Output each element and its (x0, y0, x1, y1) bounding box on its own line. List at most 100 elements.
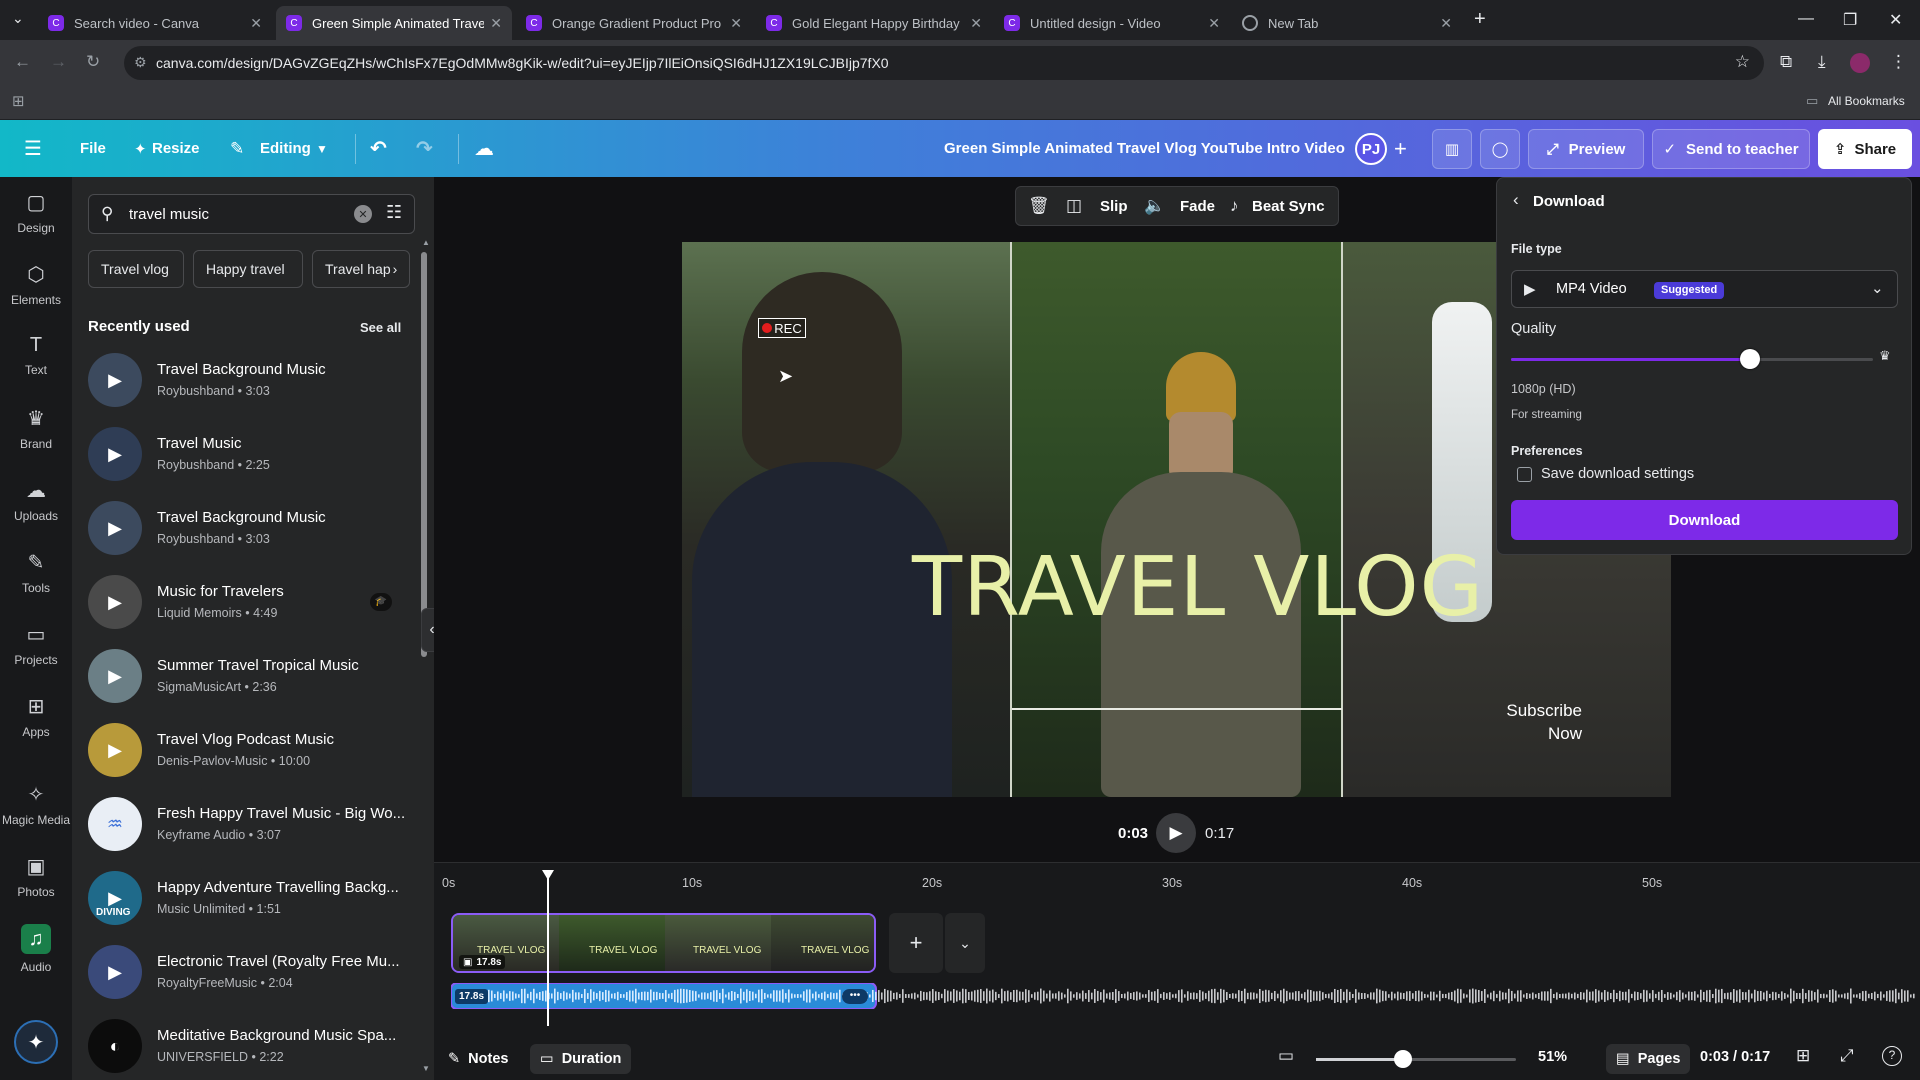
track-item[interactable]: ▶ Travel Music Roybushband • 2:25 (88, 423, 418, 485)
rec-badge[interactable]: REC (758, 318, 806, 338)
close-tab-icon[interactable]: ✕ (730, 15, 742, 32)
rail-magic-media[interactable]: ✧ Magic Media (0, 782, 72, 827)
browser-tab-4[interactable]: C Gold Elegant Happy Birthday Vi ✕ (756, 6, 992, 40)
track-item[interactable]: ♒ Fresh Happy Travel Music - Big Wo... Key… (88, 793, 418, 855)
fullscreen-icon[interactable]: ⤢ (1840, 1046, 1854, 1066)
main-menu-icon[interactable]: ☰ (24, 120, 42, 177)
all-bookmarks-link[interactable]: All Bookmarks (1828, 94, 1905, 108)
forward-icon[interactable]: → (50, 52, 67, 72)
track-item[interactable]: ▶ Music for Travelers Liquid Memoirs • 4:4… (88, 571, 418, 633)
design-title[interactable]: Green Simple Animated Travel Vlog YouTub… (944, 120, 1345, 177)
track-thumbnail[interactable]: ▶ (88, 427, 142, 481)
restore-window-icon[interactable]: ❐ (1843, 10, 1857, 30)
quality-slider-thumb[interactable] (1739, 349, 1760, 369)
rail-photos[interactable]: ▣ Photos (0, 854, 72, 899)
track-item[interactable]: ▶ Travel Vlog Podcast Music Denis-Pavlov-M… (88, 719, 418, 781)
page-options-chevron-icon[interactable]: ⌄ (945, 913, 985, 973)
track-thumbnail[interactable]: ♒ (88, 797, 142, 851)
grid-view-icon[interactable]: ⊞ (1796, 1046, 1810, 1066)
play-button[interactable]: ▶ (1156, 813, 1196, 853)
headline-text[interactable]: TRAVEL VLOG (912, 540, 1484, 635)
rail-elements[interactable]: ⬡ Elements (0, 262, 72, 307)
bookmark-star-icon[interactable]: ☆ (1735, 52, 1750, 72)
zoom-value[interactable]: 51% (1538, 1049, 1567, 1065)
playhead-line[interactable] (547, 878, 549, 1026)
fade-button[interactable]: Fade (1180, 198, 1215, 215)
rail-audio[interactable]: ♫ Audio (0, 924, 72, 974)
cloud-saved-icon[interactable]: ☁ (474, 120, 494, 177)
scroll-down-icon[interactable]: ▼ (422, 1064, 430, 1073)
apps-grid-icon[interactable]: ⊞ (12, 92, 25, 110)
chip-travel-happy[interactable]: Travel hap › (312, 250, 410, 288)
beat-sync-button[interactable]: Beat Sync (1252, 198, 1325, 215)
comment-icon[interactable]: ◯ (1480, 129, 1520, 169)
rail-design[interactable]: ▢ Design (0, 190, 72, 235)
quality-slider[interactable] (1511, 349, 1873, 369)
scrollbar-thumb[interactable] (421, 252, 427, 657)
rail-brand[interactable]: ♛ Brand (0, 406, 72, 451)
address-bar[interactable]: ⚙ canva.com/design/DAGvZGEqZHs/wChIsFx7E… (124, 46, 1764, 80)
audio-more-options-icon[interactable]: ••• (842, 989, 868, 1004)
downloads-icon[interactable]: ⤓ (1818, 52, 1826, 72)
track-thumbnail[interactable]: ▶ (88, 945, 142, 999)
insights-chart-icon[interactable]: ▥ (1432, 129, 1472, 169)
browser-tab-2[interactable]: C Green Simple Animated Travel V ✕ (276, 6, 512, 40)
send-to-teacher-button[interactable]: ✓ Send to teacher (1652, 129, 1810, 169)
scroll-up-icon[interactable]: ▲ (422, 238, 430, 247)
chevron-down-icon[interactable]: ⌄ (1871, 279, 1884, 297)
rail-apps[interactable]: ⊞ Apps (0, 694, 72, 739)
close-tab-icon[interactable]: ✕ (250, 15, 262, 32)
track-thumbnail[interactable]: ▶ (88, 649, 142, 703)
browser-tab-5[interactable]: C Untitled design - Video ✕ (994, 6, 1230, 40)
rail-projects[interactable]: ▭ Projects (0, 622, 72, 667)
magic-assistant-sparkle-icon[interactable]: ✦ (14, 1020, 58, 1064)
notes-button[interactable]: ✎ Notes (448, 1046, 508, 1072)
minimize-window-icon[interactable]: — (1798, 10, 1814, 28)
redo-icon[interactable]: ↷ (416, 120, 433, 177)
site-info-icon[interactable]: ⚙ (134, 54, 147, 71)
close-tab-icon[interactable]: ✕ (970, 15, 982, 32)
profile-avatar[interactable] (1850, 53, 1870, 73)
video-clip[interactable]: TRAVEL VLOG TRAVEL VLOG TRAVEL VLOG TRAV… (451, 913, 876, 973)
clear-search-icon[interactable]: ✕ (354, 205, 372, 223)
file-type-select[interactable]: ▶ MP4 Video Suggested ⌄ (1511, 270, 1898, 308)
rail-uploads[interactable]: ☁ Uploads (0, 478, 72, 523)
track-item[interactable]: ▶ Travel Background Music Roybushband • 3:… (88, 349, 418, 411)
file-menu[interactable]: File (80, 120, 106, 177)
new-tab-plus-icon[interactable]: + (1474, 8, 1486, 31)
help-icon[interactable]: ? (1882, 1046, 1902, 1066)
rail-tools[interactable]: ✎ Tools (0, 550, 72, 595)
track-thumbnail[interactable]: ◐ (88, 1019, 142, 1073)
track-thumbnail[interactable]: ▶ (88, 353, 142, 407)
track-item[interactable]: ▶ Happy Adventure Travelling Backg... Musi… (88, 867, 418, 929)
resize-button[interactable]: Resize (152, 120, 200, 177)
download-button[interactable]: Download (1511, 500, 1898, 540)
close-tab-icon[interactable]: ✕ (490, 15, 502, 32)
back-chevron-icon[interactable]: ‹ (1513, 190, 1519, 210)
tab-search-chevron-icon[interactable]: ⌄ (12, 10, 24, 27)
track-item[interactable]: ◐ Meditative Background Music Spa... UNIVE… (88, 1015, 418, 1077)
browser-tab-1[interactable]: C Search video - Canva ✕ (38, 6, 272, 40)
browser-tab-6[interactable]: New Tab ✕ (1232, 6, 1462, 40)
reload-icon[interactable]: ↻ (86, 52, 100, 72)
close-tab-icon[interactable]: ✕ (1440, 15, 1452, 32)
track-thumbnail[interactable]: ▶ (88, 723, 142, 777)
audio-track[interactable] (451, 983, 1920, 1009)
split-icon[interactable]: ◫ (1066, 196, 1082, 216)
volume-icon[interactable]: 🔈 (1144, 196, 1165, 216)
trash-icon[interactable]: 🗑 (1028, 196, 1050, 216)
rail-text[interactable]: T Text (0, 334, 72, 377)
slip-button[interactable]: Slip (1100, 198, 1128, 215)
pages-button[interactable]: ▤ Pages (1606, 1044, 1691, 1074)
track-item[interactable]: ▶ Electronic Travel (Royalty Free Mu... Ro… (88, 941, 418, 1003)
see-all-link[interactable]: See all (360, 320, 401, 335)
zoom-slider-thumb[interactable] (1394, 1050, 1412, 1068)
chevron-down-icon[interactable]: ▼ (316, 120, 328, 177)
page-view-icon[interactable]: ▭ (1278, 1046, 1294, 1066)
close-window-icon[interactable]: ✕ (1889, 10, 1902, 30)
subscribe-now-text[interactable]: Subscribe Now (1382, 699, 1582, 745)
browser-tab-3[interactable]: C Orange Gradient Product Prom ✕ (516, 6, 752, 40)
chip-travel-vlog[interactable]: Travel vlog (88, 250, 184, 288)
close-tab-icon[interactable]: ✕ (1208, 15, 1220, 32)
chevron-right-icon[interactable]: › (393, 261, 398, 277)
